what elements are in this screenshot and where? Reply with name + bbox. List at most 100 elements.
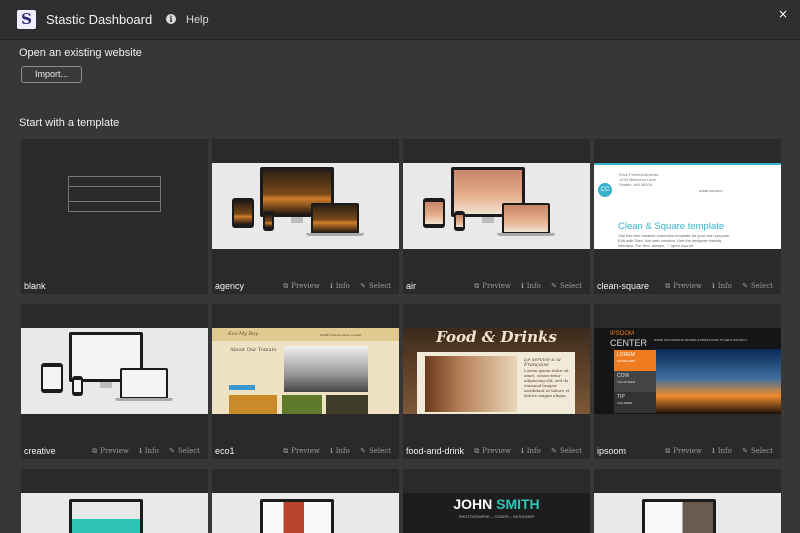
phone-mockup (263, 211, 274, 231)
cc-logo: CC (598, 183, 612, 197)
pencil-icon: ✎ (169, 447, 175, 455)
template-card-ipsoom[interactable]: IPSOOM CENTER HOME OUR MISSION MOVIES & … (594, 304, 781, 459)
pencil-icon: ✎ (360, 447, 366, 455)
pencil-icon: ✎ (742, 282, 748, 290)
select-link[interactable]: ✎ Select (551, 282, 582, 290)
template-thumbnail[interactable]: IPSOOM CENTER HOME OUR MISSION MOVIES & … (594, 328, 781, 414)
template-name: eco1 (215, 446, 235, 456)
template-name: air (406, 281, 417, 291)
template-name: food-and-drink (406, 446, 465, 456)
template-thumbnail[interactable] (594, 493, 781, 533)
preview-link[interactable]: ⧉ Preview (665, 282, 702, 290)
template-card[interactable]: JOHN SMITH PHOTOGRAPHE – CODER – DESIGNE… (403, 469, 590, 533)
info-link[interactable]: ℹ Info (139, 447, 159, 455)
select-link[interactable]: ✎ Select (169, 447, 200, 455)
clean-square-headline: Clean & Square template (618, 221, 725, 232)
bench-photo (284, 346, 368, 392)
tablet-mockup (41, 363, 63, 393)
info-link[interactable]: ℹ Info (712, 282, 732, 290)
card-actions: ⧉ Preview ℹ Info ✎ Select (466, 447, 582, 456)
template-name: creative (24, 446, 56, 456)
preview-link[interactable]: ⧉ Preview (283, 282, 320, 290)
external-link-icon: ⧉ (474, 447, 480, 455)
template-card-creative[interactable]: creative ⧉ Preview ℹ Info ✎ Select (21, 304, 208, 459)
blank-layout-wireframe (68, 176, 161, 212)
preview-link[interactable]: ⧉ Preview (283, 447, 320, 455)
tablet-mockup (232, 198, 254, 228)
preview-link[interactable]: ⧉ Preview (665, 447, 702, 455)
external-link-icon: ⧉ (665, 447, 671, 455)
template-thumbnail[interactable] (212, 493, 399, 533)
template-card-air[interactable]: air ⧉ Preview ℹ Info ✎ Select (403, 139, 590, 294)
pencil-icon: ✎ (742, 447, 748, 455)
info-icon: ℹ (712, 447, 715, 455)
template-name: clean-square (597, 281, 650, 291)
external-link-icon: ⧉ (665, 282, 671, 290)
phone-mockup (454, 211, 465, 231)
info-link[interactable]: ℹ Info (330, 282, 350, 290)
template-grid: blank agency ⧉ Preview ℹ Info ✎ Select air (0, 0, 800, 533)
laptop-mockup (120, 368, 168, 398)
monitor-mockup (642, 499, 716, 533)
card-actions: ⧉ Preview ℹ Info ✎ Select (275, 282, 391, 291)
card-actions: ⧉ Preview ℹ Info ✎ Select (275, 447, 391, 456)
template-name: agency (215, 281, 245, 291)
select-link[interactable]: ✎ Select (742, 282, 773, 290)
info-icon: ℹ (521, 282, 524, 290)
monitor-mockup (69, 499, 143, 533)
template-card-blank[interactable]: blank (21, 139, 208, 294)
external-link-icon: ⧉ (474, 282, 480, 290)
info-link[interactable]: ℹ Info (330, 447, 350, 455)
template-card-eco1[interactable]: Eco My Boy HOME Products About Contact A… (212, 304, 399, 459)
restaurant-photo (425, 356, 517, 412)
select-link[interactable]: ✎ Select (742, 447, 773, 455)
template-name: ipsoom (597, 446, 627, 456)
pencil-icon: ✎ (551, 447, 557, 455)
template-card-clean-square[interactable]: CC Erick Ferreira Almeida 1234 Millenium… (594, 139, 781, 294)
template-card-food-and-drink[interactable]: Food & Drinks Le service à la Française … (403, 304, 590, 459)
info-icon: ℹ (330, 282, 333, 290)
template-card-agency[interactable]: agency ⧉ Preview ℹ Info ✎ Select (212, 139, 399, 294)
info-icon: ℹ (712, 282, 715, 290)
pencil-icon: ✎ (360, 282, 366, 290)
laptop-mockup (311, 203, 359, 233)
preview-link[interactable]: ⧉ Preview (474, 282, 511, 290)
template-card[interactable] (21, 469, 208, 533)
template-thumbnail[interactable]: Eco My Boy HOME Products About Contact A… (212, 328, 399, 414)
info-icon: ℹ (521, 447, 524, 455)
laptop-mockup (502, 203, 550, 233)
info-link[interactable]: ℹ Info (521, 447, 541, 455)
info-link[interactable]: ℹ Info (712, 447, 732, 455)
card-actions: ⧉ Preview ℹ Info ✎ Select (466, 282, 582, 291)
info-icon: ℹ (139, 447, 142, 455)
template-thumbnail[interactable] (403, 163, 590, 249)
tablet-mockup (423, 198, 445, 228)
template-card[interactable] (212, 469, 399, 533)
info-link[interactable]: ℹ Info (521, 282, 541, 290)
preview-link[interactable]: ⧉ Preview (474, 447, 511, 455)
template-thumbnail[interactable]: Food & Drinks Le service à la Française … (403, 328, 590, 414)
info-icon: ℹ (330, 447, 333, 455)
select-link[interactable]: ✎ Select (360, 447, 391, 455)
external-link-icon: ⧉ (283, 282, 289, 290)
card-actions: ⧉ Preview ℹ Info ✎ Select (84, 447, 200, 456)
select-link[interactable]: ✎ Select (360, 282, 391, 290)
template-thumbnail[interactable]: CC Erick Ferreira Almeida 1234 Millenium… (594, 163, 781, 249)
pencil-icon: ✎ (551, 282, 557, 290)
monitor-mockup (260, 499, 334, 533)
template-thumbnail[interactable] (212, 163, 399, 249)
template-name: blank (24, 281, 46, 291)
template-card[interactable] (594, 469, 781, 533)
select-link[interactable]: ✎ Select (551, 447, 582, 455)
external-link-icon: ⧉ (92, 447, 98, 455)
template-thumbnail[interactable] (21, 163, 208, 249)
card-actions: ⧉ Preview ℹ Info ✎ Select (657, 282, 773, 291)
template-thumbnail[interactable] (21, 328, 208, 414)
template-thumbnail[interactable]: JOHN SMITH PHOTOGRAPHE – CODER – DESIGNE… (403, 493, 590, 533)
sunset-photo (651, 349, 781, 414)
external-link-icon: ⧉ (283, 447, 289, 455)
card-actions: ⧉ Preview ℹ Info ✎ Select (657, 447, 773, 456)
preview-link[interactable]: ⧉ Preview (92, 447, 129, 455)
template-thumbnail[interactable] (21, 493, 208, 533)
phone-mockup (72, 376, 83, 396)
